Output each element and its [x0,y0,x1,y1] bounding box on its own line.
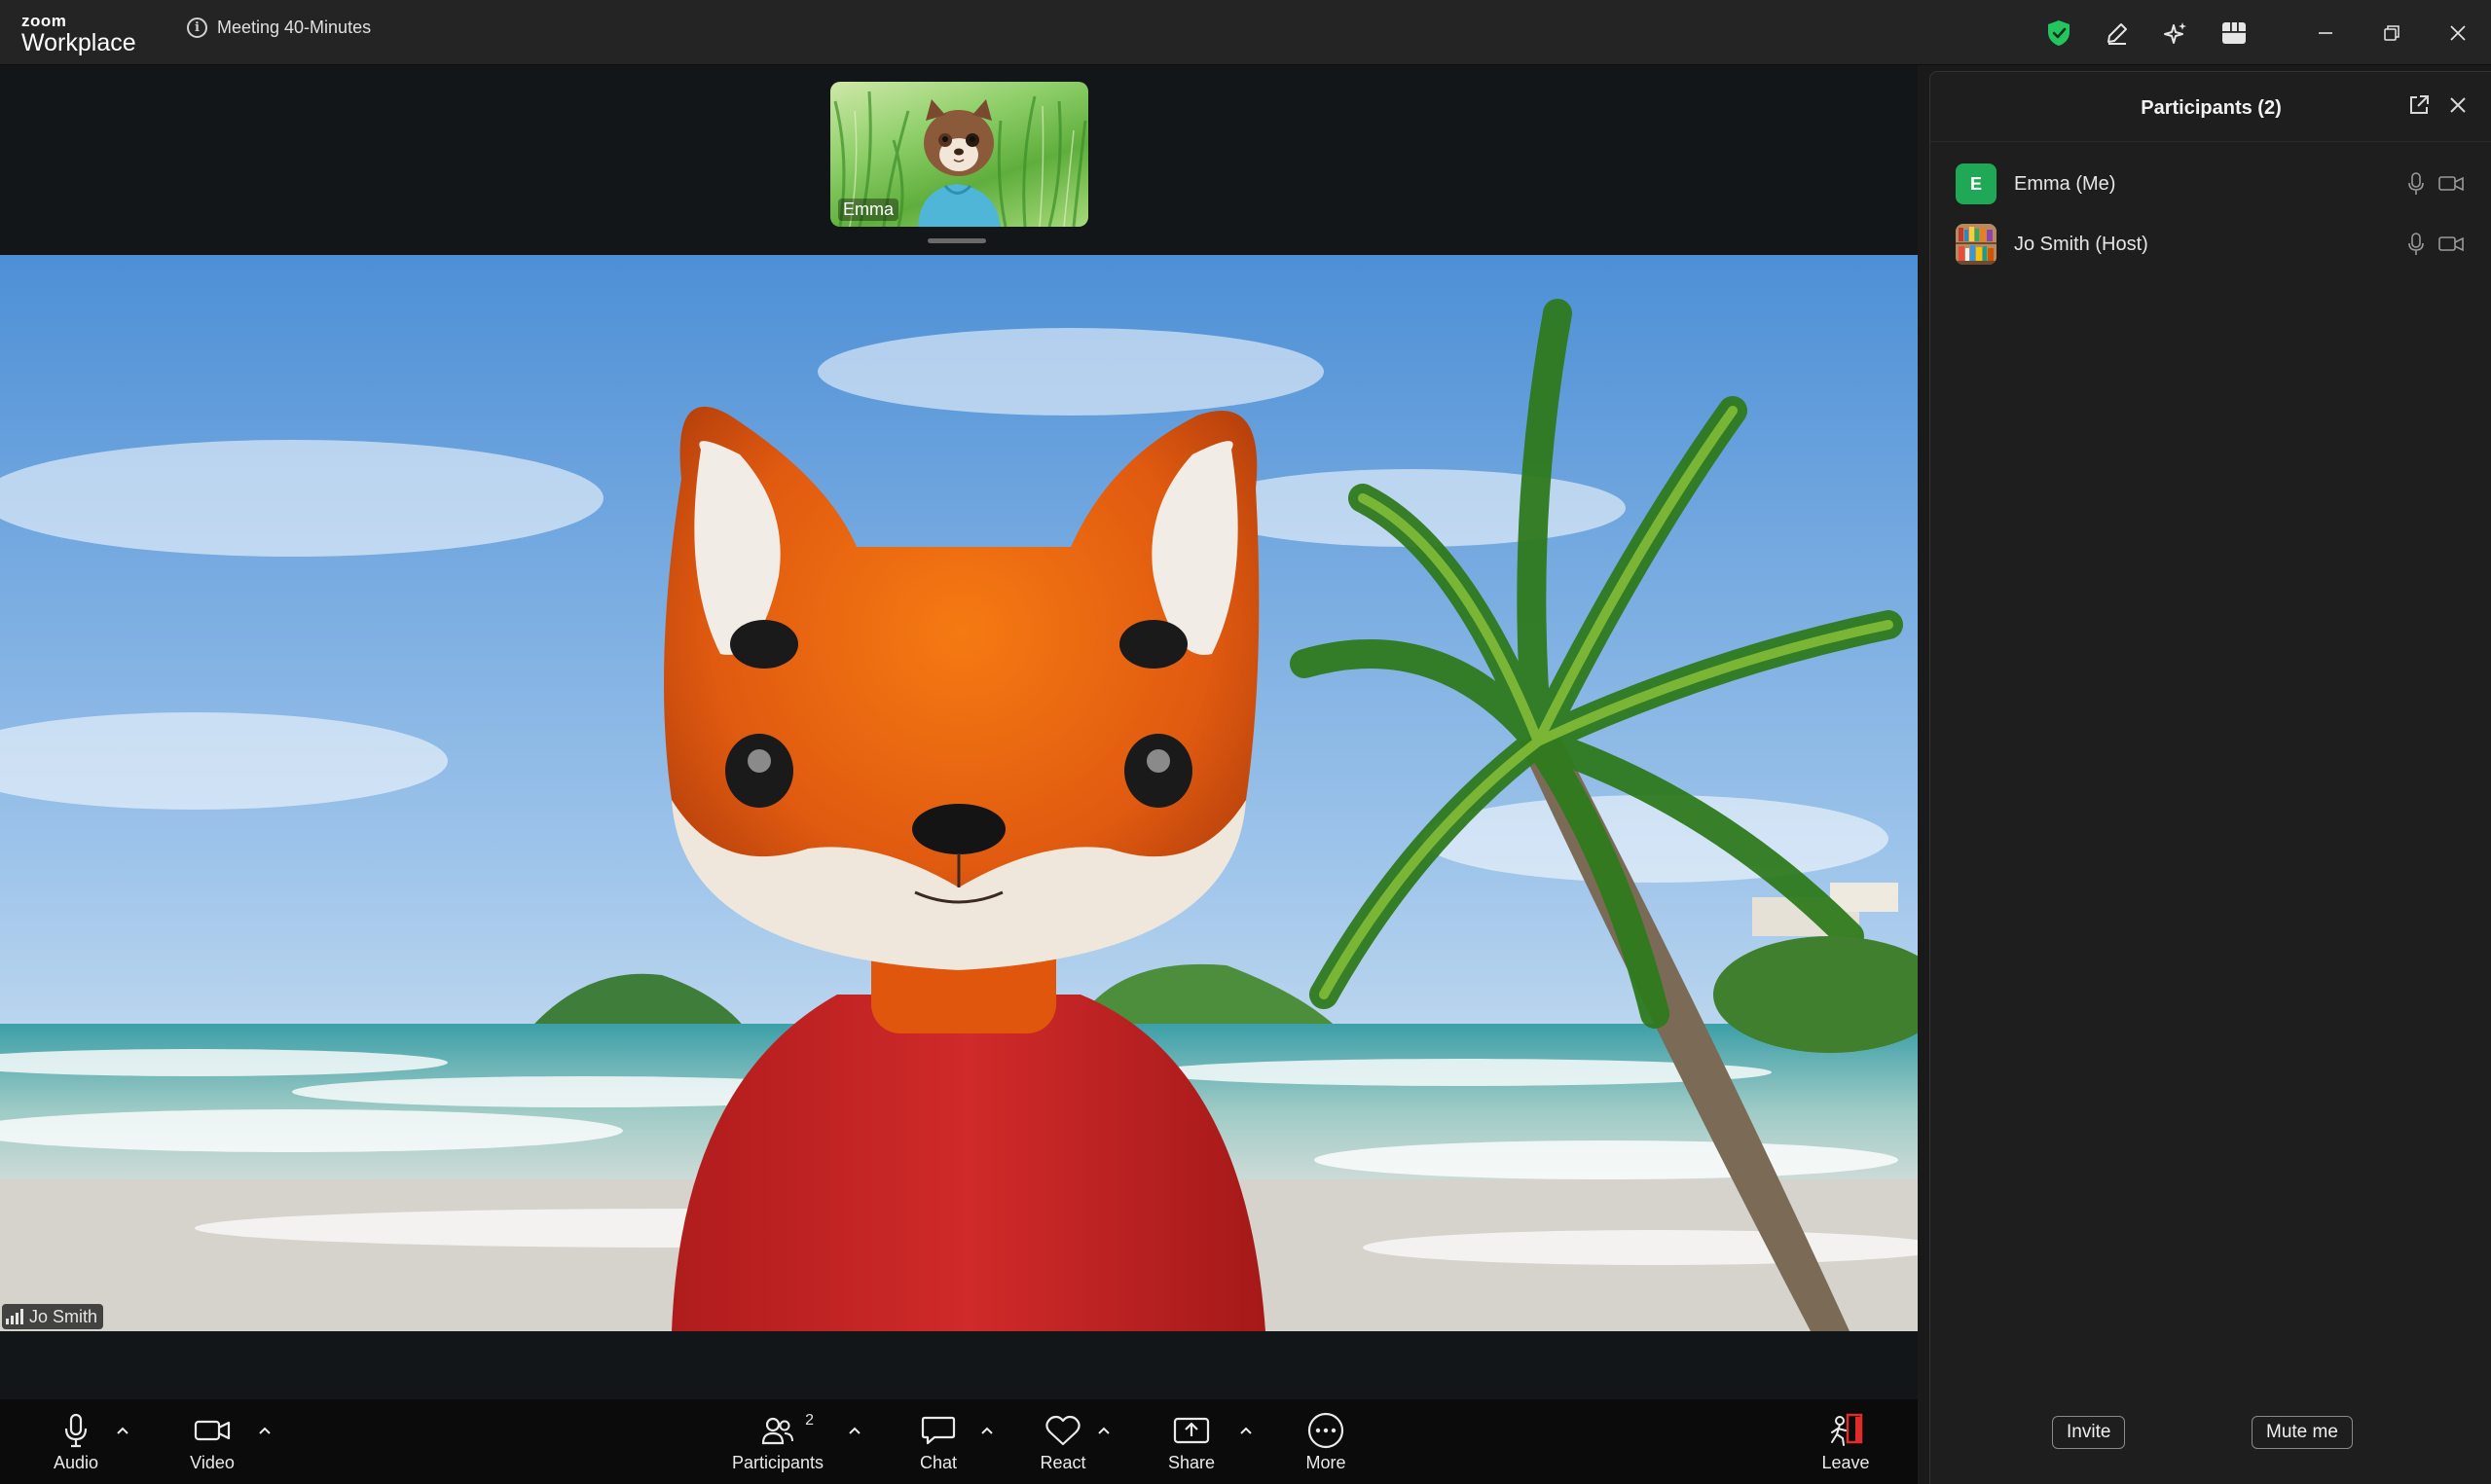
meeting-title: Meeting 40-Minutes [217,17,372,37]
share-options-caret[interactable] [1236,1421,1256,1440]
participant-name: Emma (Me) [2014,172,2116,195]
apps-button[interactable] [2205,0,2263,65]
react-button[interactable]: React [1038,1399,1088,1484]
video-button[interactable]: Video [185,1399,239,1484]
chat-bubble-icon [921,1416,956,1445]
meeting-stage: Emma Jo Smith [0,65,1918,1399]
thumbnail-drag-handle[interactable] [928,238,986,243]
close-panel-button[interactable] [2446,93,2470,122]
heart-icon [1045,1415,1081,1446]
chevron-up-icon [981,1427,993,1434]
leave-label: Leave [1821,1453,1870,1472]
speaker-name-tag: Jo Smith [2,1304,104,1329]
restore-icon [2384,24,2399,41]
avatar: E [1956,163,1996,204]
participants-count: 2 [805,1412,814,1429]
restore-button[interactable] [2359,0,2425,65]
annotate-button[interactable] [2088,0,2146,65]
audio-button[interactable]: Audio [49,1399,103,1484]
chevron-up-icon [117,1427,128,1434]
participants-panel-footer: Invite Mute me [1930,1396,2491,1484]
microphone-icon [2408,233,2424,255]
active-speaker-video: Jo Smith [0,255,1918,1331]
zoom-logo: zoom Workplace [21,13,136,55]
title-bar: zoom Workplace i Meeting 40-Minutes [0,0,2491,65]
share-screen-icon [1173,1417,1210,1444]
video-camera-icon [2438,236,2464,252]
participants-panel: Participants (2) E Emma (Me) Jo Smith (H… [1929,71,2491,1484]
chevron-up-icon [1098,1427,1110,1434]
more-label: More [1305,1453,1346,1472]
avatar [1956,224,1996,265]
share-label: Share [1167,1453,1216,1472]
participants-panel-header: Participants (2) [1930,72,2491,142]
ai-companion-button[interactable] [2146,0,2205,65]
pop-out-icon [2410,95,2429,114]
video-options-caret[interactable] [255,1421,275,1440]
mute-me-button[interactable]: Mute me [2252,1416,2353,1449]
chat-label: Chat [919,1453,958,1472]
minimize-icon [2319,31,2332,34]
bookshelf-avatar-image [1956,224,1996,265]
speaker-video-frame [0,255,1918,1331]
participants-button[interactable]: 2 Participants [725,1399,830,1484]
thumbnail-participant-name: Emma [838,199,899,221]
video-camera-icon [2438,176,2464,192]
close-window-button[interactable] [2425,0,2491,65]
participant-row[interactable]: E Emma (Me) [1930,154,2491,214]
participant-name: Jo Smith (Host) [2014,233,2148,255]
meeting-controls: Audio Video 2 Participants Chat React Sh… [0,1399,1918,1484]
participants-icon [761,1417,793,1445]
minimize-button[interactable] [2292,0,2359,65]
share-button[interactable]: Share [1167,1399,1216,1484]
security-shield-button[interactable] [2030,0,2088,65]
logo-brand-large: Workplace [21,29,136,56]
chat-options-caret[interactable] [977,1421,997,1440]
connection-signal-icon [6,1309,23,1324]
title-bar-actions [2030,0,2491,65]
microphone-icon [2408,172,2424,195]
more-button[interactable]: More [1302,1399,1349,1484]
react-options-caret[interactable] [1094,1421,1114,1440]
leave-button[interactable]: Leave [1820,1399,1871,1484]
video-camera-icon [194,1420,231,1441]
react-label: React [1040,1453,1086,1472]
microphone-icon [64,1413,88,1448]
speaker-name: Jo Smith [29,1306,98,1326]
pencil-icon [2107,22,2127,45]
chat-button[interactable]: Chat [915,1399,962,1484]
chevron-up-icon [1240,1427,1252,1434]
apps-grid-icon [2222,21,2246,44]
chevron-up-icon [259,1427,271,1434]
close-icon [2450,24,2466,41]
participants-label: Participants [731,1453,824,1472]
sparkle-icon [2164,21,2186,44]
more-dots-icon [1307,1412,1344,1449]
participants-options-caret[interactable] [845,1421,864,1440]
meeting-info-button[interactable]: i Meeting 40-Minutes [187,15,371,40]
participant-row[interactable]: Jo Smith (Host) [1930,214,2491,274]
shield-check-icon [2048,19,2070,46]
video-label: Video [190,1453,235,1472]
close-icon [2450,97,2466,113]
pop-out-panel-button[interactable] [2407,93,2431,122]
self-view-thumbnail[interactable]: Emma [830,82,1088,227]
chevron-up-icon [849,1427,861,1434]
info-icon: i [187,17,207,38]
logo-brand-small: zoom [21,12,67,30]
invite-button[interactable]: Invite [2052,1416,2126,1449]
audio-label: Audio [53,1453,99,1472]
audio-options-caret[interactable] [113,1421,132,1440]
leave-door-icon [1831,1413,1863,1446]
